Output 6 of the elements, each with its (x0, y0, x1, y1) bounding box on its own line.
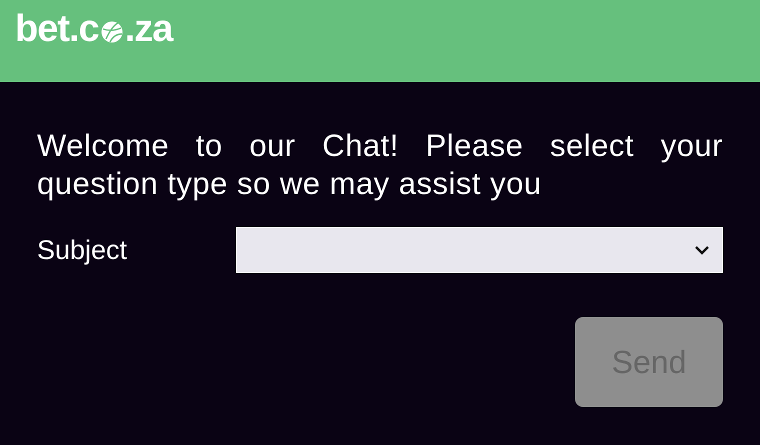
chevron-down-icon (694, 245, 710, 255)
logo: bet.c .za (15, 10, 172, 48)
subject-label: Subject (37, 234, 128, 267)
subject-dropdown[interactable] (236, 227, 723, 273)
ball-icon (100, 20, 124, 44)
welcome-text: Welcome to our Chat! Please select your question type so we may assist you (37, 127, 723, 203)
